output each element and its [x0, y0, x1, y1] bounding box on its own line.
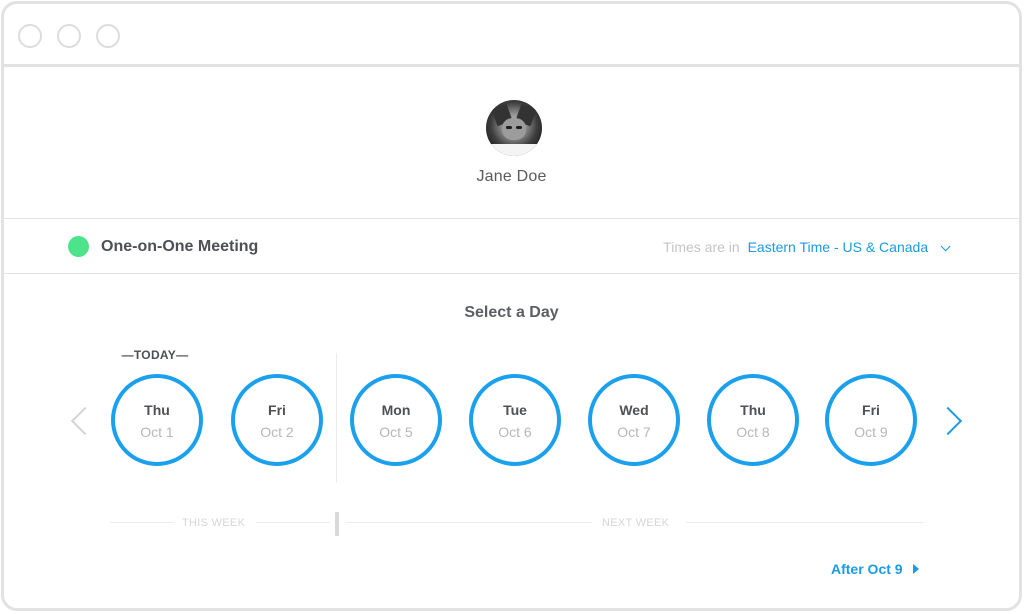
- select-day-heading: Select a Day: [464, 304, 559, 321]
- week-line: [686, 522, 924, 523]
- day-weekday: Tue: [503, 402, 527, 418]
- profile-header: Jane Doe: [4, 67, 1019, 219]
- day-option-wed-oct-7[interactable]: Wed Oct 7: [588, 374, 680, 466]
- week-line: [346, 522, 592, 523]
- week-line: [110, 522, 174, 523]
- day-option-fri-oct-9[interactable]: Fri Oct 9: [825, 374, 917, 466]
- after-link-label: After Oct 9: [831, 561, 903, 577]
- day-date: Oct 1: [140, 424, 174, 440]
- day-date: Oct 6: [498, 424, 532, 440]
- week-line: [256, 522, 330, 523]
- event-color-dot-icon: [68, 236, 89, 257]
- day-weekday: Thu: [740, 402, 766, 418]
- avatar-cat-eye-right: [516, 126, 522, 129]
- browser-window: Jane Doe One-on-One Meeting Times are in…: [1, 1, 1022, 611]
- chevron-down-icon[interactable]: [940, 241, 951, 252]
- after-oct-9-link[interactable]: After Oct 9: [831, 561, 919, 577]
- chevron-right-icon[interactable]: [938, 404, 964, 438]
- day-date: Oct 5: [379, 424, 413, 440]
- day-weekday: Fri: [268, 402, 286, 418]
- day-weekday: Thu: [144, 402, 170, 418]
- event-info-bar: One-on-One Meeting Times are in Eastern …: [4, 219, 1019, 274]
- next-week-label: NEXT WEEK: [602, 517, 670, 529]
- day-option-tue-oct-6[interactable]: Tue Oct 6: [469, 374, 561, 466]
- avatar-cat-face: [502, 118, 526, 140]
- day-option-thu-oct-1[interactable]: Thu Oct 1: [111, 374, 203, 466]
- chevron-left-icon[interactable]: [67, 404, 93, 438]
- day-weekday: Fri: [862, 402, 880, 418]
- day-option-fri-oct-2[interactable]: Fri Oct 2: [231, 374, 323, 466]
- timezone-dropdown[interactable]: Eastern Time - US & Canada: [748, 239, 929, 255]
- caret-right-icon: [912, 564, 919, 574]
- day-date: Oct 9: [854, 424, 888, 440]
- day-option-mon-oct-5[interactable]: Mon Oct 5: [350, 374, 442, 466]
- avatar-cat-eye-left: [506, 126, 512, 129]
- day-date: Oct 7: [617, 424, 651, 440]
- title-bar: [4, 4, 1019, 67]
- today-label: —TODAY—: [121, 348, 189, 362]
- day-weekday: Wed: [619, 402, 649, 418]
- day-weekday: Mon: [381, 402, 411, 418]
- this-week-label: THIS WEEK: [182, 517, 246, 529]
- event-name: One-on-One Meeting: [101, 238, 259, 255]
- day-date: Oct 2: [260, 424, 294, 440]
- week-divider: [336, 353, 337, 483]
- day-option-thu-oct-8[interactable]: Thu Oct 8: [707, 374, 799, 466]
- timezone-selector[interactable]: Times are in Eastern Time - US & Canada: [663, 239, 951, 255]
- window-maximize-button[interactable]: [96, 24, 120, 48]
- day-date: Oct 8: [736, 424, 770, 440]
- window-minimize-button[interactable]: [57, 24, 81, 48]
- avatar-cat-chest: [486, 144, 542, 156]
- user-name: Jane Doe: [476, 168, 547, 185]
- avatar: [486, 100, 542, 156]
- timezone-prefix: Times are in: [663, 239, 740, 255]
- week-boundary-marker: [335, 512, 339, 536]
- week-labels: THIS WEEK NEXT WEEK: [4, 512, 1019, 536]
- window-close-button[interactable]: [18, 24, 42, 48]
